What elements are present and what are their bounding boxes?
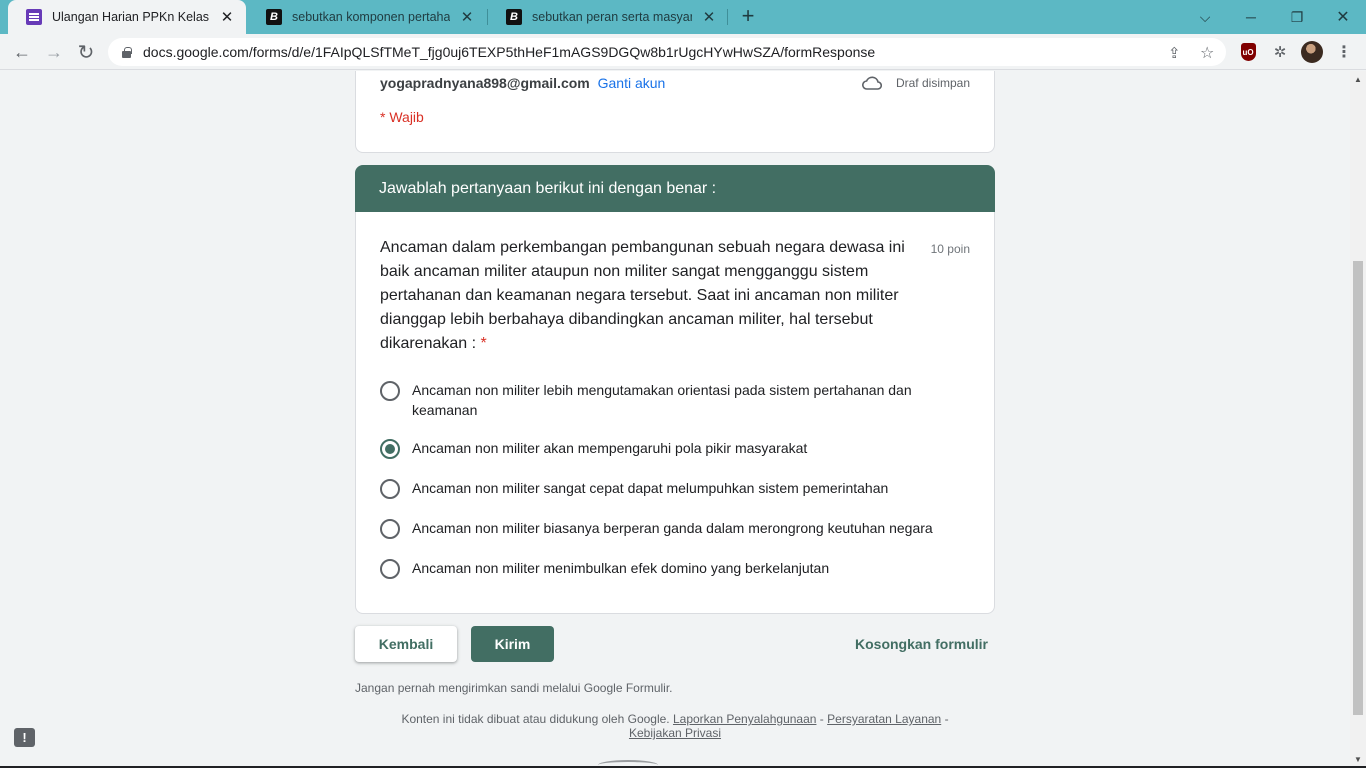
radio-button[interactable] [380,559,400,579]
legal-footer: Konten ini tidak dibuat atau didukung ol… [375,712,975,740]
lock-icon[interactable] [122,46,132,58]
scrollbar-thumb[interactable] [1353,261,1363,715]
page-scrollbar[interactable]: ▲ ▼ [1350,71,1366,768]
browser-menu-icon[interactable]: ⋮ [1334,42,1354,62]
close-tab-icon[interactable]: ✕ [458,8,476,26]
answer-option[interactable]: Ancaman non militer akan mempengaruhi po… [380,438,960,459]
option-label[interactable]: Ancaman non militer menimbulkan efek dom… [412,558,829,578]
back-button[interactable]: ← [8,38,36,66]
tab-separator [727,9,728,25]
tab-title: sebutkan peran serta masyarakat [532,10,692,24]
radio-button-selected[interactable] [380,439,400,459]
option-label[interactable]: Ancaman non militer sangat cepat dapat m… [412,478,888,498]
url-text[interactable]: docs.google.com/forms/d/e/1FAIpQLSfTMeT_… [143,44,875,60]
address-bar[interactable]: docs.google.com/forms/d/e/1FAIpQLSfTMeT_… [108,38,1226,66]
tab-title: Ulangan Harian PPKn Kelas X-VI [52,10,210,24]
answer-option[interactable]: Ancaman non militer biasanya berperan ga… [380,518,960,539]
restore-button[interactable]: ❐ [1274,0,1320,34]
brainly-icon: B [266,9,282,25]
legal-disclaimer: Konten ini tidak dibuat atau didukung ol… [401,712,670,726]
tab-title: sebutkan komponen pertahanan [292,10,450,24]
question-card: Ancaman dalam perkembangan pembangunan s… [355,212,995,614]
radio-button[interactable] [380,479,400,499]
scroll-up-arrow-icon[interactable]: ▲ [1354,75,1362,84]
scroll-down-arrow-icon[interactable]: ▼ [1354,755,1362,764]
section-header: Jawablah pertanyaan berikut ini dengan b… [355,165,995,213]
question-body: Ancaman dalam perkembangan pembangunan s… [380,239,905,352]
close-tab-icon[interactable]: ✕ [700,8,718,26]
required-asterisk: * [480,335,487,352]
profile-avatar[interactable] [1301,41,1323,63]
google-forms-icon [26,9,42,25]
forward-button[interactable]: → [40,38,68,66]
brainly-icon: B [506,9,522,25]
option-label[interactable]: Ancaman non militer lebih mengutamakan o… [412,380,960,420]
answer-option[interactable]: Ancaman non militer lebih mengutamakan o… [380,380,960,420]
draft-status-text: Draf disimpan [895,76,970,90]
privacy-link[interactable]: Kebijakan Privasi [629,726,721,740]
minimize-button[interactable]: ─ [1228,0,1274,34]
tab-forms[interactable]: Ulangan Harian PPKn Kelas X-VI ✕ [8,0,246,34]
browser-toolbar: ← → ↻ docs.google.com/forms/d/e/1FAIpQLS… [0,34,1366,70]
ublock-shield: uO [1240,43,1256,61]
tab-brainly-2[interactable]: B sebutkan peran serta masyarakat ✕ [488,0,728,34]
extensions-icon[interactable]: ✲ [1270,42,1290,62]
report-abuse-link[interactable]: Laporkan Penyalahgunaan [673,712,816,726]
report-issue-icon[interactable]: ! [14,728,35,747]
answer-option[interactable]: Ancaman non militer menimbulkan efek dom… [380,558,960,579]
cloud-saved-icon [861,76,882,90]
close-window-button[interactable]: ✕ [1320,0,1366,34]
draft-status: Draf disimpan [861,76,970,90]
required-note: * Wajib [380,109,424,125]
radio-button[interactable] [380,519,400,539]
password-warning: Jangan pernah mengirimkan sandi melalui … [355,681,673,695]
submit-button[interactable]: Kirim [471,626,554,662]
back-button[interactable]: Kembali [355,626,457,662]
new-tab-button[interactable]: + [736,5,760,29]
reload-button[interactable]: ↻ [72,38,100,66]
terms-link[interactable]: Persyaratan Layanan [827,712,941,726]
question-points: 10 poin [930,242,970,256]
ublock-origin-icon[interactable]: uO [1238,42,1258,62]
legal-separator: - [819,712,824,726]
page-viewport: yogapradnyana898@gmail.com Ganti akun Dr… [0,71,1350,768]
bookmark-star-icon[interactable]: ☆ [1200,43,1214,63]
tab-search-icon[interactable]: ⌵ [1182,0,1228,34]
account-info: yogapradnyana898@gmail.com Ganti akun [380,75,665,91]
question-text: Ancaman dalam perkembangan pembangunan s… [380,236,920,356]
legal-separator: - [944,712,949,726]
tab-strip: Ulangan Harian PPKn Kelas X-VI ✕ B sebut… [0,0,1366,34]
close-tab-icon[interactable]: ✕ [218,8,236,26]
option-label[interactable]: Ancaman non militer biasanya berperan ga… [412,518,933,538]
radio-button[interactable] [380,381,400,401]
account-card: yogapradnyana898@gmail.com Ganti akun Dr… [355,71,995,153]
share-icon[interactable]: ⇪ [1168,44,1181,62]
option-label[interactable]: Ancaman non militer akan mempengaruhi po… [412,438,807,458]
tab-brainly-1[interactable]: B sebutkan komponen pertahanan ✕ [248,0,486,34]
clear-form-button[interactable]: Kosongkan formulir [855,636,988,652]
switch-account-link[interactable]: Ganti akun [598,75,666,91]
account-email: yogapradnyana898@gmail.com [380,75,590,91]
answer-option[interactable]: Ancaman non militer sangat cepat dapat m… [380,478,960,499]
